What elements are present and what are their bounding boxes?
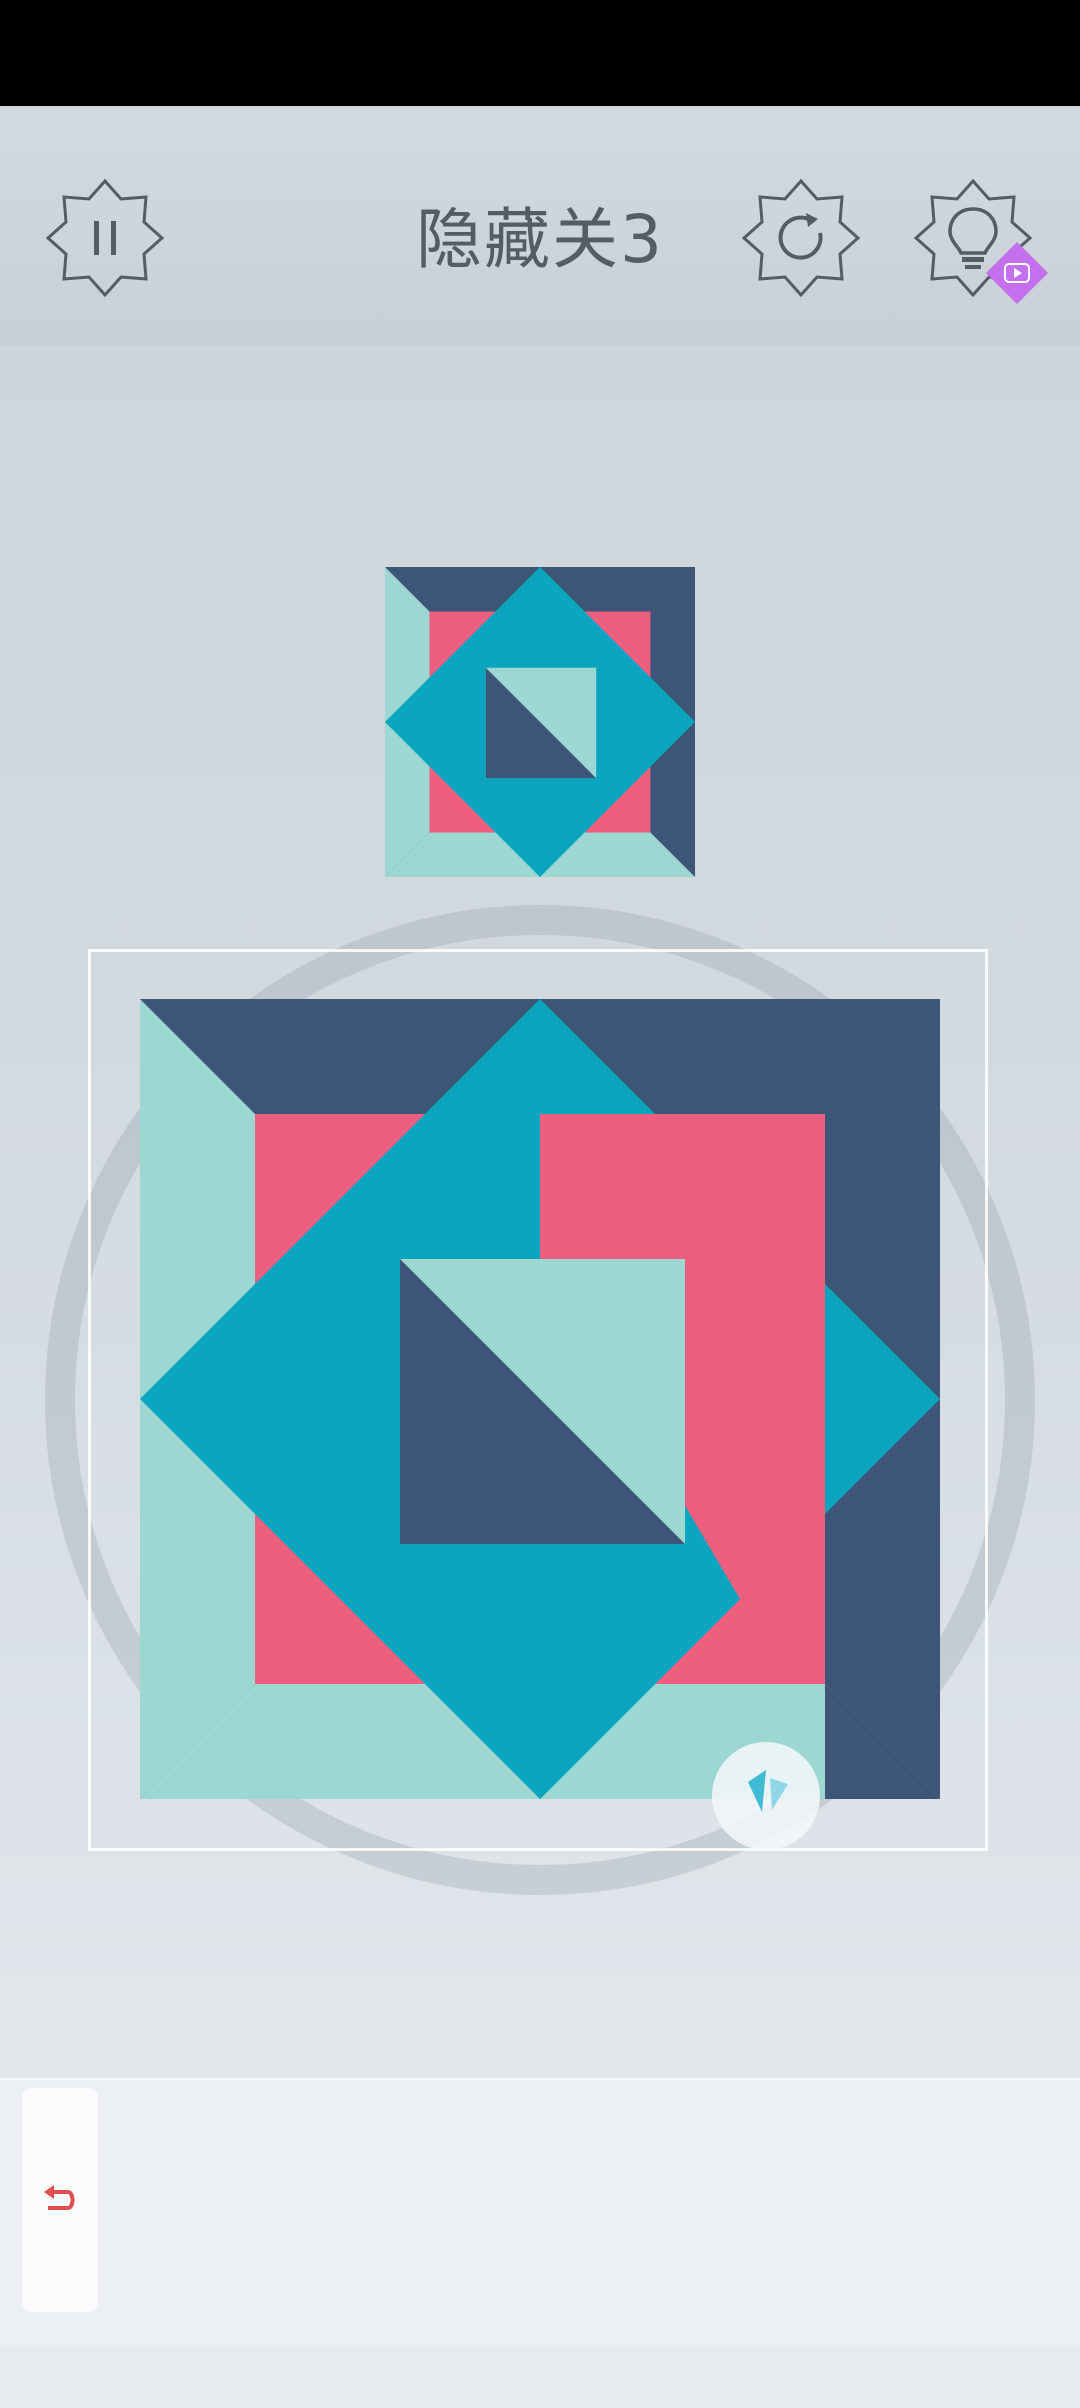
rotate-handle[interactable] [712, 1742, 820, 1850]
puzzle-board[interactable] [140, 999, 940, 1799]
pause-icon [45, 178, 165, 298]
undo-icon [44, 2185, 75, 2210]
video-ad-icon [986, 242, 1048, 304]
restart-button[interactable] [736, 173, 866, 303]
pause-button[interactable] [40, 173, 170, 303]
piece-tray [0, 2078, 1080, 2346]
hint-video-badge[interactable] [984, 240, 1050, 306]
puzzle-pieces [140, 999, 940, 1799]
undo-button[interactable] [22, 2088, 98, 2312]
target-pattern-preview [385, 567, 695, 877]
level-title: 隐藏关3 [416, 201, 664, 278]
target-pattern [385, 567, 695, 877]
status-bar [0, 0, 1080, 106]
restart-icon [741, 178, 861, 298]
rotate-icon [748, 1770, 788, 1812]
